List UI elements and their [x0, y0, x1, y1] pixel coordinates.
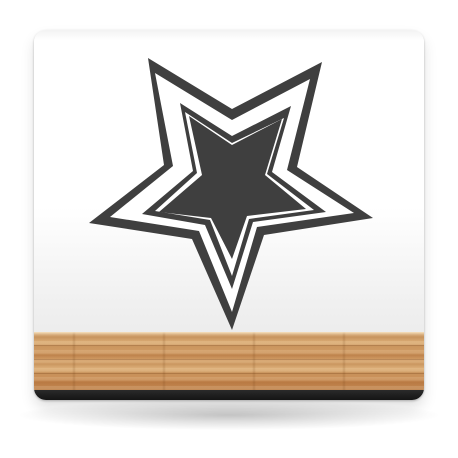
- shelf-plank-line: [34, 373, 424, 374]
- shelf-bottom-edge: [34, 390, 424, 400]
- shelf-top-highlight: [34, 332, 424, 335]
- shelf-plank-line: [34, 345, 424, 346]
- image-canvas: [0, 0, 458, 458]
- shelf-plank-line: [34, 359, 424, 360]
- tile-shadow: [20, 400, 438, 430]
- wall-sticker-tile: [34, 30, 424, 400]
- wood-shelf: [34, 332, 424, 390]
